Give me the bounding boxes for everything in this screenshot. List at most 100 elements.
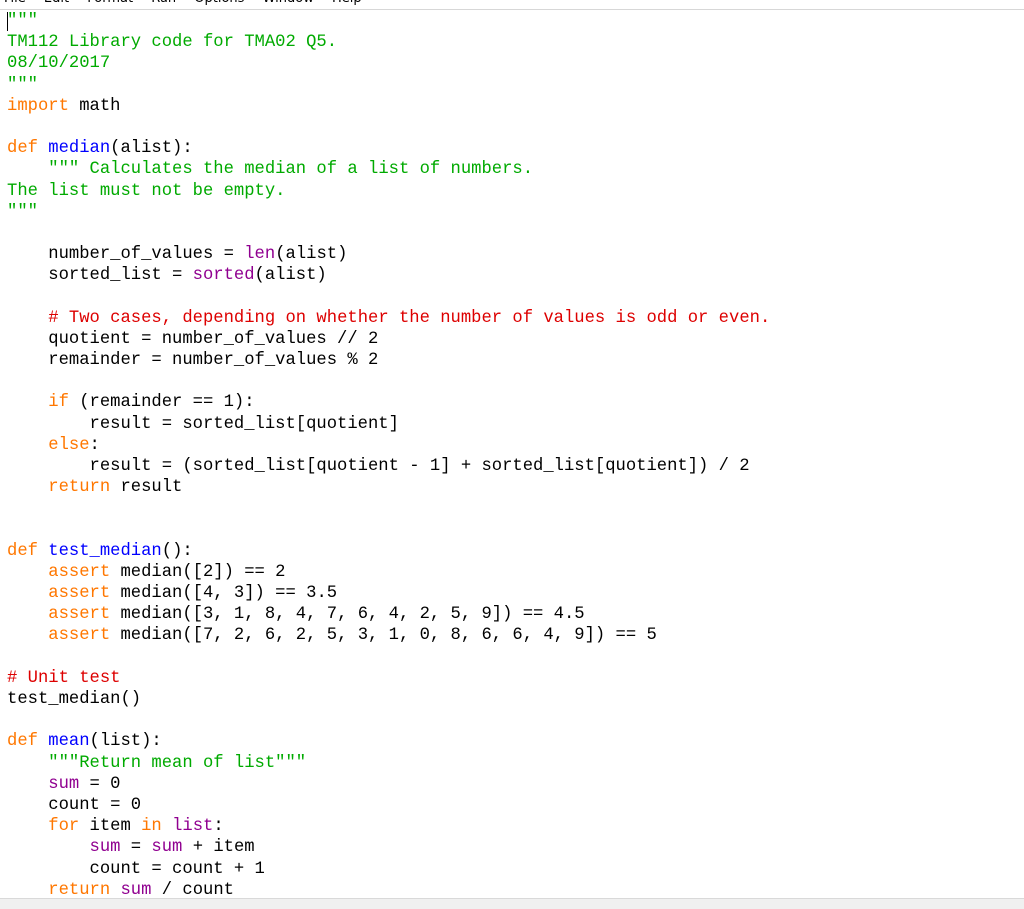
code-line[interactable] — [7, 647, 770, 668]
code-token: : — [213, 817, 224, 837]
menu-file[interactable]: File — [4, 0, 26, 9]
string-token: """Return mean of list""" — [48, 753, 307, 773]
code-line[interactable]: # Unit test — [7, 668, 770, 689]
code-token: median([2]) == 2 — [110, 562, 286, 582]
code-line[interactable]: """ — [7, 11, 770, 32]
menu-help[interactable]: Help — [332, 0, 362, 9]
code-token: (alist) — [275, 245, 348, 265]
code-token: sorted_list = — [7, 266, 193, 286]
string-token: TM112 Library code for TMA02 Q5. — [7, 33, 338, 53]
code-line[interactable]: """ Calculates the median of a list of n… — [7, 159, 770, 180]
code-token: remainder = number_of_values % 2 — [7, 351, 379, 370]
code-line[interactable]: """ — [7, 75, 770, 96]
code-line[interactable]: return sum / count — [7, 880, 770, 898]
code-line[interactable]: assert median([3, 1, 8, 4, 7, 6, 4, 2, 5… — [7, 604, 770, 625]
builtin-token: sorted — [192, 266, 255, 286]
keyword-token: else — [48, 435, 90, 455]
definition-token: median — [48, 139, 111, 159]
menu-run[interactable]: Run — [151, 0, 176, 9]
idle-editor-window: File Edit Format Run Options Window Help… — [0, 0, 1024, 909]
code-editor[interactable]: """ TM112 Library code for TMA02 Q5. 08/10… — [0, 10, 1024, 898]
code-line[interactable]: 08/10/2017 — [7, 53, 770, 74]
string-token: """ Calculates the median of a list of n… — [48, 160, 534, 180]
menu-options[interactable]: Options — [194, 0, 244, 9]
code-line[interactable]: count = 0 — [7, 795, 770, 816]
code-token: test_median() — [7, 690, 142, 709]
code-line[interactable]: def test_median(): — [7, 541, 770, 562]
code-line[interactable] — [7, 286, 770, 307]
code-token: count = count + 1 — [7, 859, 265, 879]
code-token: quotient = number_of_values // 2 — [7, 329, 379, 349]
code-token: result = sorted_list[quotient] — [7, 414, 399, 434]
keyword-token: assert — [48, 562, 111, 582]
code-line[interactable] — [7, 520, 770, 541]
code-line[interactable]: def mean(list): — [7, 731, 770, 752]
menu-edit[interactable]: Edit — [44, 0, 69, 9]
code-line[interactable]: """Return mean of list""" — [7, 753, 770, 774]
code-line[interactable]: test_median() — [7, 689, 770, 710]
code-line[interactable] — [7, 223, 770, 244]
keyword-token: in — [141, 817, 162, 837]
builtin-token: sum — [48, 774, 80, 794]
string-token: """ — [7, 12, 38, 31]
keyword-token: def — [7, 732, 38, 752]
code-line[interactable] — [7, 498, 770, 519]
builtin-token: sum — [151, 838, 183, 858]
code-line[interactable]: sum = 0 — [7, 774, 770, 795]
code-line[interactable]: """ — [7, 202, 770, 223]
code-line[interactable] — [7, 710, 770, 731]
code-line[interactable]: sum = sum + item — [7, 837, 770, 858]
keyword-token: assert — [48, 584, 111, 604]
code-line[interactable]: result = sorted_list[quotient] — [7, 414, 770, 435]
menu-bar: File Edit Format Run Options Window Help — [0, 0, 1024, 9]
comment-token: # Unit test — [7, 668, 121, 688]
definition-token: test_median — [48, 541, 162, 561]
code-line[interactable]: # Two cases, depending on whether the nu… — [7, 308, 770, 329]
keyword-token: if — [48, 393, 69, 413]
menu-window[interactable]: Window — [263, 0, 314, 9]
code-token: = 0 — [79, 774, 121, 794]
menu-format[interactable]: Format — [87, 0, 133, 9]
code-line[interactable]: The list must not be empty. — [7, 181, 770, 202]
builtin-token: sum — [89, 838, 121, 858]
code-line[interactable]: result = (sorted_list[quotient - 1] + so… — [7, 456, 770, 477]
code-line[interactable]: assert median([4, 3]) == 3.5 — [7, 583, 770, 604]
code-line[interactable]: if (remainder == 1): — [7, 392, 770, 413]
code-line[interactable]: return result — [7, 477, 770, 498]
code-line[interactable]: sorted_list = sorted(alist) — [7, 265, 770, 286]
code-line[interactable] — [7, 371, 770, 392]
builtin-token: list — [172, 817, 214, 837]
code-line[interactable]: import math — [7, 96, 770, 117]
code-line[interactable]: assert median([7, 2, 6, 2, 5, 3, 1, 0, 8… — [7, 625, 770, 646]
code-line[interactable]: count = count + 1 — [7, 859, 770, 880]
code-line[interactable]: else: — [7, 435, 770, 456]
code-line[interactable]: quotient = number_of_values // 2 — [7, 329, 770, 350]
code-line[interactable]: assert median([2]) == 2 — [7, 562, 770, 583]
comment-token: # Two cases, depending on whether the nu… — [48, 308, 771, 328]
code-line[interactable] — [7, 117, 770, 138]
editor-gutter — [0, 10, 6, 898]
code-line[interactable]: for item in list: — [7, 816, 770, 837]
code-token: median([4, 3]) == 3.5 — [110, 584, 338, 604]
keyword-token: assert — [48, 626, 111, 646]
code-token: : — [89, 435, 100, 455]
code-token: result = (sorted_list[quotient - 1] + so… — [7, 456, 750, 476]
status-bar — [0, 898, 1024, 909]
code-token: (remainder == 1): — [68, 393, 255, 413]
code-line[interactable]: TM112 Library code for TMA02 Q5. — [7, 32, 770, 53]
code-token: = — [120, 838, 152, 858]
code-line[interactable]: def median(alist): — [7, 138, 770, 159]
code-text[interactable]: """ TM112 Library code for TMA02 Q5. 08/10… — [7, 11, 770, 898]
keyword-token: return — [48, 478, 111, 498]
code-line[interactable]: number_of_values = len(alist) — [7, 244, 770, 265]
code-line[interactable]: remainder = number_of_values % 2 — [7, 350, 770, 371]
